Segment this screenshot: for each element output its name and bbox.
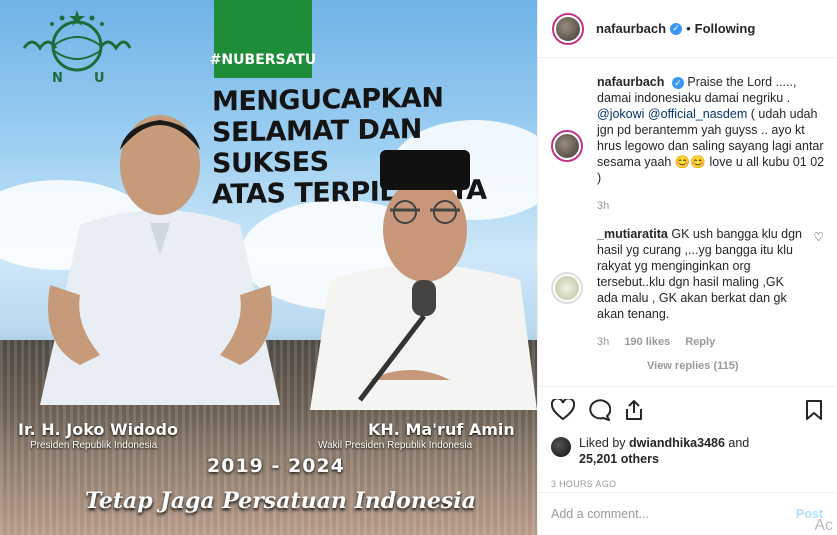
separator-dot: • [686,21,691,36]
liked-by-and: and [728,436,750,450]
right-name: KH. Ma'ruf Amin [368,420,515,439]
figure-right [310,150,537,410]
corner-text: Ac [814,517,833,534]
comment-input[interactable] [551,507,796,521]
tagline: Tetap Jaga Persatuan Indonesia [85,488,476,514]
comments-list[interactable]: nafaurbach ✓ Praise the Lord ....., dama… [551,74,826,386]
share-icon[interactable] [623,399,645,421]
caption-text: Praise the Lord ....., [687,75,797,89]
comment-time[interactable]: 3h [597,336,609,348]
header-username[interactable]: nafaurbach [596,21,666,36]
verified-icon: ✓ [671,76,684,89]
logo-letter-u: U [94,71,105,86]
mention-link[interactable]: @official_nasdem [648,107,747,121]
logo-letter-n: N [52,71,63,86]
heart-icon[interactable]: ♡ [813,230,824,244]
avatar[interactable] [552,12,584,45]
post-header: nafaurbach ✓ • Following [538,0,837,58]
comment-text: GK ush bangga klu dgn hasil yg curang ,.… [597,227,802,321]
heart-icon[interactable] [551,399,575,421]
left-name: Ir. H. Joko Widodo [18,420,178,439]
caption-username[interactable]: nafaurbach [597,75,664,89]
mention-link[interactable]: @jokowi [597,107,644,121]
right-title: Wakil Presiden Republik Indonesia [318,440,473,451]
figure-left [40,115,280,405]
avatar[interactable] [551,130,583,162]
liked-by-prefix: Liked by [579,436,626,450]
add-comment-bar: Post Ac [537,492,837,535]
bookmark-icon[interactable] [805,399,823,421]
liked-by-others[interactable]: 25,201 others [579,452,659,466]
post-actions: Liked by dwiandhika3486 and 25,201 other… [537,386,837,489]
comment-item: _mutiaratita GK ush bangga klu dgn hasil… [551,226,826,372]
view-replies-button[interactable]: View replies (115) [597,360,826,372]
org-logo: N U [22,10,132,86]
caption-time[interactable]: 3h [597,200,609,212]
avatar[interactable] [551,272,583,304]
post-timestamp[interactable]: 3 HOURS AGO [551,479,823,489]
comment-icon[interactable] [587,399,611,421]
verified-icon: ✓ [670,22,683,35]
post-image[interactable]: N U #NUBERSATU MENGUCAPKAN SELAMAT DAN S… [0,0,537,535]
liked-by-user[interactable]: dwiandhika3486 [629,436,725,450]
comment-likes[interactable]: 190 likes [624,336,670,348]
years-label: 2019 - 2024 [207,455,345,477]
hashtag-text: #NUBERSATU [209,52,317,68]
avatar[interactable] [551,437,571,457]
hashtag-banner: #NUBERSATU [210,0,316,78]
caption: nafaurbach ✓ Praise the Lord ....., dama… [551,74,826,212]
caption-text: damai indonesiaku damai negriku . [597,91,791,105]
left-title: Presiden Republik Indonesia [30,440,158,451]
following-button[interactable]: Following [695,21,756,36]
emoji: 😊😊 [674,155,706,169]
likes-summary: Liked by dwiandhika3486 and 25,201 other… [551,435,823,467]
reply-button[interactable]: Reply [685,336,715,348]
comment-username[interactable]: _mutiaratita [597,227,668,241]
